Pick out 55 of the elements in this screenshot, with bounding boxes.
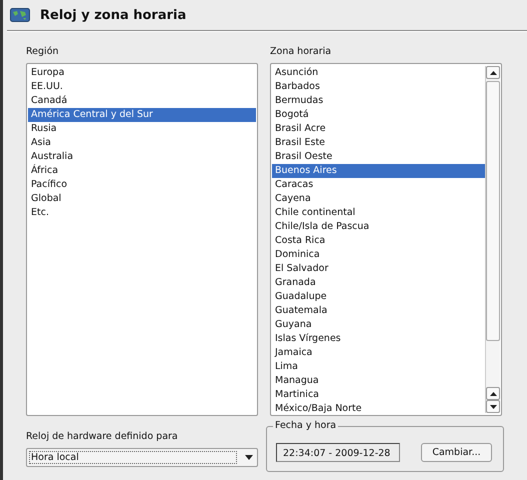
timezone-item[interactable]: Managua	[272, 374, 485, 388]
region-item[interactable]: EE.UU.	[28, 80, 256, 94]
timezone-item[interactable]: Brasil Oeste	[272, 150, 485, 164]
region-item[interactable]: Europa	[28, 66, 256, 80]
timezone-item[interactable]: Jamaica	[272, 346, 485, 360]
timezone-item[interactable]: Bogotá	[272, 108, 485, 122]
timezone-label: Zona horaria	[270, 46, 332, 59]
region-label: Región	[26, 46, 60, 59]
timezone-item[interactable]: Guyana	[272, 318, 485, 332]
timezone-item[interactable]: Chile continental	[272, 206, 485, 220]
region-list[interactable]: Europa EE.UU. Canadá América Central y del Sur Rusia Asia Australia África Pacífico Global Etc.	[26, 63, 258, 416]
timezone-item[interactable]: Brasil Acre	[272, 122, 485, 136]
timezone-item[interactable]: Dominica	[272, 248, 485, 262]
change-button[interactable]: Cambiar...	[421, 442, 492, 462]
scroll-up-button[interactable]	[486, 387, 500, 400]
region-item[interactable]: Global	[28, 192, 256, 206]
up-arrow-icon	[490, 392, 496, 396]
region-item[interactable]: Pacífico	[28, 178, 256, 192]
group-title: Fecha y hora	[273, 420, 338, 431]
timezone-item[interactable]: México/Baja Norte	[272, 402, 485, 416]
timezone-list[interactable]	[270, 63, 502, 416]
world-map-icon	[10, 8, 30, 22]
region-item[interactable]: América Central y del Sur	[28, 108, 256, 122]
region-item[interactable]: Asia	[28, 136, 256, 150]
window-title: Reloj y zona horaria	[40, 8, 186, 22]
timezone-item[interactable]: Caracas	[272, 178, 485, 192]
hardware-clock-dropdown[interactable]: Hora local	[26, 448, 258, 467]
timezone-item[interactable]: El Salvador	[272, 262, 485, 276]
timezone-item[interactable]: Lima	[272, 360, 485, 374]
timezone-item[interactable]: Martinica	[272, 388, 485, 402]
region-item[interactable]: Canadá	[28, 94, 256, 108]
timezone-item[interactable]: Islas Vírgenes	[272, 332, 485, 346]
region-item[interactable]: África	[28, 164, 256, 178]
scroll-up-button[interactable]	[486, 66, 500, 79]
region-item[interactable]: Etc.	[28, 206, 256, 220]
region-item[interactable]: Rusia	[28, 122, 256, 136]
timezone-item[interactable]: Guatemala	[272, 304, 485, 318]
hardware-clock-label: Reloj de hardware definido para	[26, 431, 179, 444]
timezone-item[interactable]: Bermudas	[272, 94, 485, 108]
scroll-down-button[interactable]	[486, 400, 500, 413]
timezone-item[interactable]: Brasil Este	[272, 136, 485, 150]
timezone-item[interactable]: Guadalupe	[272, 290, 485, 304]
region-item[interactable]: Australia	[28, 150, 256, 164]
timezone-item[interactable]: Costa Rica	[272, 234, 485, 248]
date-time-field: 22:34:07 - 2009-12-28	[276, 442, 400, 462]
timezone-item[interactable]: Cayena	[272, 192, 485, 206]
caret-icon	[245, 455, 253, 460]
timezone-item[interactable]: Asunción	[272, 66, 485, 80]
timezone-item[interactable]: Chile/Isla de Pascua	[272, 220, 485, 234]
scrollbar-thumb[interactable]	[486, 81, 500, 341]
timezone-item[interactable]: Buenos Aires	[272, 164, 485, 178]
timezone-item[interactable]: Granada	[272, 276, 485, 290]
down-arrow-icon	[490, 404, 496, 408]
timezone-item[interactable]: Barbados	[272, 80, 485, 94]
up-arrow-icon	[490, 70, 496, 74]
